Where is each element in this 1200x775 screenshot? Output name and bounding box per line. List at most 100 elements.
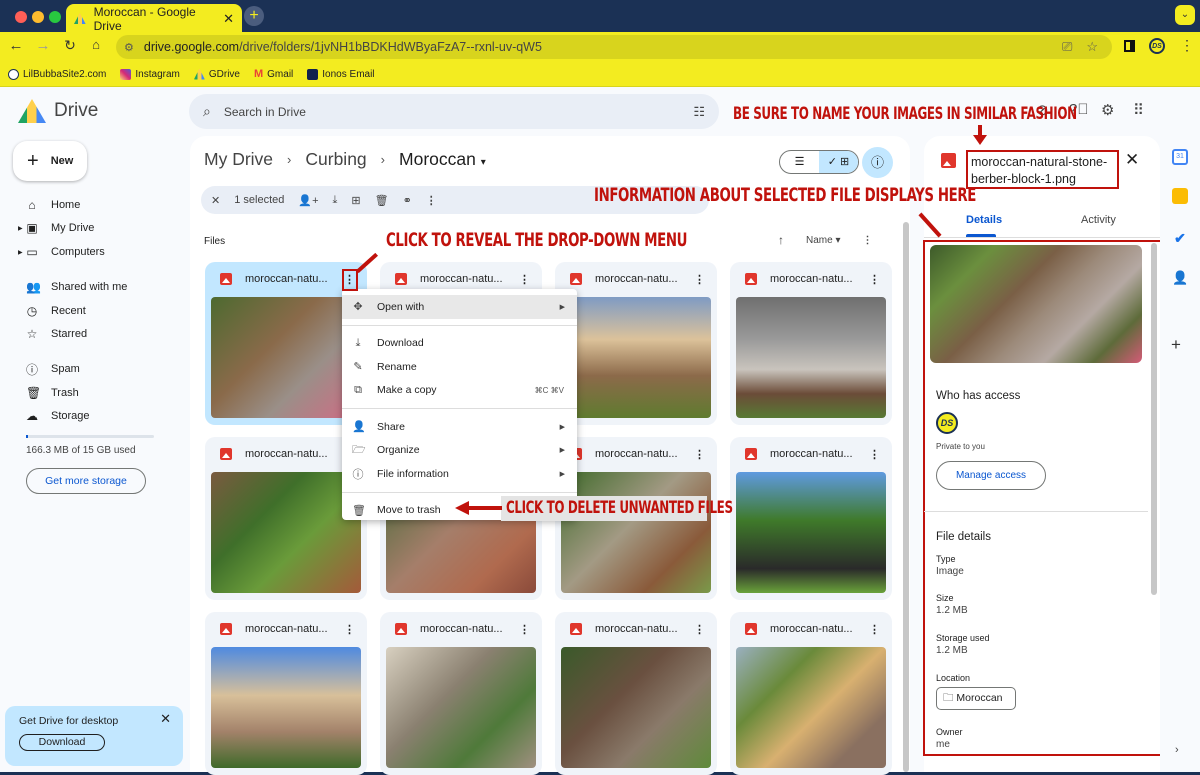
- more-actions-icon[interactable]: ⋮: [426, 194, 437, 207]
- file-card[interactable]: moroccan-natu... ⋮: [205, 612, 367, 775]
- nav-recent[interactable]: ◷ Recent: [0, 300, 185, 322]
- location-chip[interactable]: 🗀 Moroccan: [936, 687, 1016, 710]
- file-thumbnail[interactable]: [211, 472, 361, 593]
- more-options-icon[interactable]: ⋮: [869, 448, 880, 461]
- trash-icon[interactable]: 🗑: [375, 194, 389, 207]
- bookmark-ionos-email[interactable]: Ionos Email: [307, 68, 375, 80]
- move-icon[interactable]: ⊞: [351, 194, 360, 207]
- menu-item-organize[interactable]: 🗁 Organize ▶: [342, 439, 577, 463]
- tab-activity[interactable]: Activity: [1081, 214, 1116, 226]
- copy-link-icon[interactable]: ⚭: [403, 194, 412, 207]
- more-options-icon[interactable]: ⋮: [694, 448, 705, 461]
- breadcrumb-moroccan[interactable]: Moroccan ▾: [399, 149, 486, 170]
- site-settings-icon[interactable]: ⚙: [124, 41, 134, 54]
- clear-selection-icon[interactable]: ✕: [211, 194, 220, 207]
- breadcrumb-my-drive[interactable]: My Drive: [204, 149, 273, 170]
- download-icon[interactable]: ⤓: [333, 194, 338, 207]
- forward-icon[interactable]: →: [33, 37, 53, 54]
- contacts-icon[interactable]: 👤: [1172, 270, 1188, 286]
- breadcrumb-curbing[interactable]: Curbing: [305, 149, 366, 170]
- more-options-icon[interactable]: ⋮: [344, 623, 355, 636]
- file-card[interactable]: moroccan-natu... ⋮: [730, 262, 892, 425]
- view-toggle[interactable]: ☰ ✓ ⊞: [779, 150, 859, 174]
- more-options-icon[interactable]: ⋮: [869, 623, 880, 636]
- more-options-icon[interactable]: ⋮: [694, 623, 705, 636]
- more-options-icon[interactable]: ⋮: [519, 273, 530, 286]
- nav-starred[interactable]: ☆ Starred: [0, 323, 185, 345]
- tasks-icon[interactable]: ✔: [1172, 230, 1188, 246]
- expand-rail-chevron-icon[interactable]: ›: [1175, 744, 1179, 756]
- menu-item-file-information[interactable]: ⓘ File information ▶: [342, 462, 577, 486]
- file-card[interactable]: moroccan-natu... ⋮: [730, 437, 892, 600]
- nav-computers[interactable]: ▶ ▭ Computers: [0, 241, 185, 263]
- profile-avatar-icon[interactable]: DS: [1149, 38, 1165, 54]
- list-view-icon[interactable]: ☰: [780, 151, 819, 173]
- more-options-icon[interactable]: ⋮: [519, 623, 530, 636]
- window-close-button[interactable]: [15, 11, 27, 23]
- menu-item-open-with[interactable]: ✥ Open with ▶: [342, 295, 577, 319]
- nav-spam[interactable]: ⓘ Spam: [0, 358, 185, 380]
- share-icon[interactable]: 👤+: [298, 194, 318, 207]
- address-bar[interactable]: ⚙ drive.google.com /drive/folders/1jvNH1…: [116, 35, 1112, 59]
- manage-access-button[interactable]: Manage access: [936, 461, 1046, 490]
- browser-tab[interactable]: Moroccan - Google Drive ✕: [66, 4, 242, 33]
- get-more-storage-button[interactable]: Get more storage: [26, 468, 146, 494]
- tab-details[interactable]: Details: [966, 214, 1002, 226]
- file-thumbnail[interactable]: [211, 297, 361, 418]
- file-card[interactable]: moroccan-natu... ⋮: [555, 612, 717, 775]
- sort-direction-icon[interactable]: ↑: [778, 233, 784, 247]
- tab-search-chevron-icon[interactable]: ⌄: [1175, 5, 1195, 25]
- file-thumbnail[interactable]: [561, 472, 711, 593]
- window-minimize-button[interactable]: [32, 11, 44, 23]
- file-card[interactable]: moroccan-natu... ⋮: [555, 262, 717, 425]
- menu-item-rename[interactable]: ✎ Rename: [342, 355, 577, 379]
- file-thumbnail[interactable]: [561, 647, 711, 768]
- nav-storage[interactable]: ☁ Storage: [0, 405, 185, 427]
- file-list-scrollbar[interactable]: [903, 222, 909, 772]
- bookmark-lilbubbasite2[interactable]: LilBubbaSite2.com: [8, 68, 106, 80]
- expand-caret-icon[interactable]: ▶: [18, 249, 23, 256]
- promo-download-button[interactable]: Download: [19, 734, 105, 751]
- file-thumbnail[interactable]: [736, 297, 886, 418]
- nav-shared-with-me[interactable]: 👥 Shared with me: [0, 276, 185, 298]
- file-thumbnail[interactable]: [736, 647, 886, 768]
- menu-item-make-copy[interactable]: ⧉ Make a copy ⌘C ⌘V: [342, 379, 577, 403]
- menu-item-download[interactable]: ⤓ Download: [342, 332, 577, 356]
- details-scrollbar[interactable]: [1151, 243, 1157, 595]
- nav-home[interactable]: ⌂ Home: [0, 194, 185, 216]
- reload-icon[interactable]: ↻: [60, 37, 80, 54]
- file-preview-image[interactable]: [930, 245, 1142, 363]
- search-bar[interactable]: ⌕ Search in Drive ☷: [189, 94, 719, 129]
- grid-view-icon[interactable]: ✓ ⊞: [819, 151, 858, 173]
- settings-gear-icon[interactable]: ⚙: [1101, 101, 1114, 119]
- calendar-icon[interactable]: 31: [1172, 149, 1188, 165]
- bookmark-star-icon[interactable]: ☆: [1086, 39, 1098, 55]
- search-options-icon[interactable]: ☷: [693, 104, 705, 120]
- browser-menu-icon[interactable]: ⋮: [1180, 37, 1194, 54]
- back-icon[interactable]: ←: [6, 37, 26, 54]
- close-promo-icon[interactable]: ✕: [160, 711, 171, 727]
- file-card[interactable]: moroccan-natu... ⋮: [730, 612, 892, 775]
- expand-caret-icon[interactable]: ▶: [18, 225, 23, 232]
- file-card[interactable]: moroccan-natu... ⋮: [380, 612, 542, 775]
- more-options-icon[interactable]: ⋮: [869, 273, 880, 286]
- menu-item-share[interactable]: 👤 Share ▶: [342, 415, 577, 439]
- view-details-icon[interactable]: ⓘ: [862, 147, 893, 178]
- search-input[interactable]: Search in Drive: [224, 105, 306, 119]
- close-details-icon[interactable]: ✕: [1125, 150, 1139, 170]
- more-options-icon[interactable]: ⋮: [694, 273, 705, 286]
- side-panel-icon[interactable]: [1124, 40, 1135, 52]
- nav-my-drive[interactable]: ▶ ▣ My Drive: [0, 217, 185, 239]
- file-thumbnail[interactable]: [211, 647, 361, 768]
- file-thumbnail[interactable]: [386, 647, 536, 768]
- sort-by-dropdown[interactable]: Name ▾: [806, 235, 841, 246]
- bookmark-gmail[interactable]: M Gmail: [254, 68, 293, 80]
- apps-grid-icon[interactable]: ⠿: [1133, 101, 1144, 119]
- file-thumbnail[interactable]: [561, 297, 711, 418]
- keep-icon[interactable]: [1172, 188, 1188, 204]
- get-addons-plus-icon[interactable]: +: [1171, 335, 1181, 355]
- new-tab-button[interactable]: +: [244, 6, 264, 26]
- file-thumbnail[interactable]: [736, 472, 886, 593]
- nav-trash[interactable]: 🗑 Trash: [0, 382, 185, 404]
- tab-close-icon[interactable]: ✕: [223, 11, 234, 27]
